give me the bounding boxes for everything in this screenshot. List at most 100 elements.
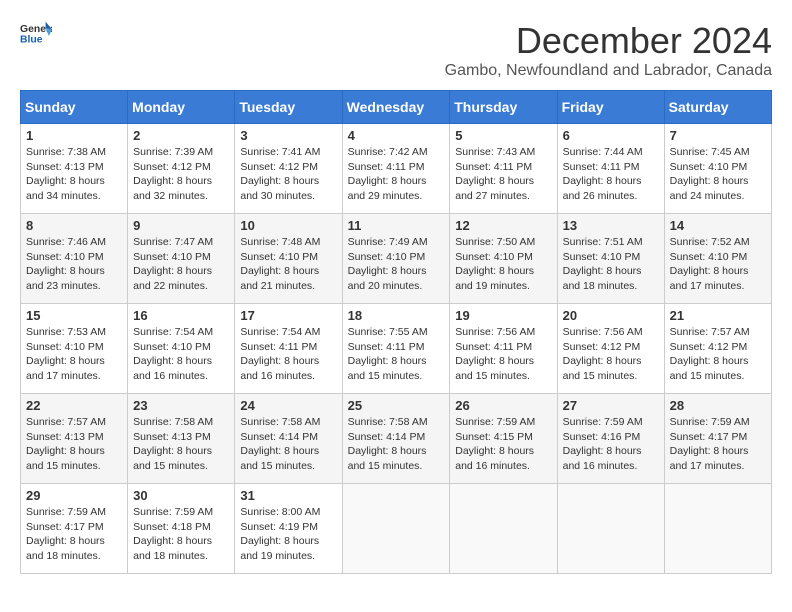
calendar-cell: 26 Sunrise: 7:59 AMSunset: 4:15 PMDayligh…	[450, 394, 557, 484]
calendar-cell: 17Sunrise: 7:54 AMSunset: 4:11 PMDayligh…	[235, 304, 342, 394]
day-info: Sunrise: 7:53 AMSunset: 4:10 PMDaylight:…	[26, 325, 122, 384]
header-day: Wednesday	[342, 91, 450, 124]
header-day: Saturday	[664, 91, 771, 124]
day-info: Sunrise: 7:48 AMSunset: 4:10 PMDaylight:…	[240, 235, 336, 294]
day-info: Sunrise: 7:43 AMSunset: 4:11 PMDaylight:…	[455, 145, 551, 204]
day-info: Sunrise: 8:00 AMSunset: 4:19 PMDaylight:…	[240, 505, 336, 564]
day-number: 21	[670, 308, 766, 323]
header-day: Sunday	[21, 91, 128, 124]
calendar-cell: 3 Sunrise: 7:41 AMSunset: 4:12 PMDaylight…	[235, 124, 342, 214]
day-number: 18	[348, 308, 445, 323]
day-number: 11	[348, 218, 445, 233]
logo-icon: General Blue	[20, 20, 52, 48]
calendar-cell: 13Sunrise: 7:51 AMSunset: 4:10 PMDayligh…	[557, 214, 664, 304]
day-info: Sunrise: 7:55 AMSunset: 4:11 PMDaylight:…	[348, 325, 445, 384]
day-number: 15	[26, 308, 122, 323]
day-info: Sunrise: 7:54 AMSunset: 4:10 PMDaylight:…	[133, 325, 229, 384]
day-number: 31	[240, 488, 336, 503]
day-info: Sunrise: 7:42 AMSunset: 4:11 PMDaylight:…	[348, 145, 445, 204]
day-info: Sunrise: 7:58 AMSunset: 4:14 PMDaylight:…	[348, 415, 445, 474]
location-title: Gambo, Newfoundland and Labrador, Canada	[445, 62, 772, 80]
calendar-cell: 6 Sunrise: 7:44 AMSunset: 4:11 PMDaylight…	[557, 124, 664, 214]
day-info: Sunrise: 7:58 AMSunset: 4:14 PMDaylight:…	[240, 415, 336, 474]
calendar-cell: 24Sunrise: 7:58 AMSunset: 4:14 PMDayligh…	[235, 394, 342, 484]
day-number: 6	[563, 128, 659, 143]
day-number: 25	[348, 398, 445, 413]
header-day: Tuesday	[235, 91, 342, 124]
day-info: Sunrise: 7:38 AMSunset: 4:13 PMDaylight:…	[26, 145, 122, 204]
day-info: Sunrise: 7:39 AMSunset: 4:12 PMDaylight:…	[133, 145, 229, 204]
calendar-cell: 18 Sunrise: 7:55 AMSunset: 4:11 PMDayligh…	[342, 304, 450, 394]
calendar-cell	[450, 484, 557, 574]
header-row: SundayMondayTuesdayWednesdayThursdayFrid…	[21, 91, 772, 124]
day-number: 14	[670, 218, 766, 233]
header: General Blue December 2024 Gambo, Newfou…	[20, 20, 772, 80]
logo: General Blue	[20, 20, 52, 48]
calendar-cell: 27 Sunrise: 7:59 AMSunset: 4:16 PMDayligh…	[557, 394, 664, 484]
day-info: Sunrise: 7:47 AMSunset: 4:10 PMDaylight:…	[133, 235, 229, 294]
calendar-cell: 1 Sunrise: 7:38 AMSunset: 4:13 PMDaylight…	[21, 124, 128, 214]
day-number: 8	[26, 218, 122, 233]
day-info: Sunrise: 7:59 AMSunset: 4:16 PMDaylight:…	[563, 415, 659, 474]
calendar-cell: 22 Sunrise: 7:57 AMSunset: 4:13 PMDayligh…	[21, 394, 128, 484]
title-section: December 2024 Gambo, Newfoundland and La…	[445, 20, 772, 80]
day-number: 23	[133, 398, 229, 413]
day-number: 27	[563, 398, 659, 413]
day-info: Sunrise: 7:58 AMSunset: 4:13 PMDaylight:…	[133, 415, 229, 474]
day-number: 10	[240, 218, 336, 233]
day-info: Sunrise: 7:57 AMSunset: 4:12 PMDaylight:…	[670, 325, 766, 384]
day-number: 20	[563, 308, 659, 323]
day-number: 19	[455, 308, 551, 323]
calendar-cell: 10 Sunrise: 7:48 AMSunset: 4:10 PMDayligh…	[235, 214, 342, 304]
calendar-cell: 19 Sunrise: 7:56 AMSunset: 4:11 PMDayligh…	[450, 304, 557, 394]
calendar-cell: 14 Sunrise: 7:52 AMSunset: 4:10 PMDayligh…	[664, 214, 771, 304]
calendar-cell: 30Sunrise: 7:59 AMSunset: 4:18 PMDayligh…	[128, 484, 235, 574]
day-info: Sunrise: 7:56 AMSunset: 4:12 PMDaylight:…	[563, 325, 659, 384]
calendar-cell	[342, 484, 450, 574]
calendar-cell: 8Sunrise: 7:46 AMSunset: 4:10 PMDaylight…	[21, 214, 128, 304]
calendar-cell: 29 Sunrise: 7:59 AMSunset: 4:17 PMDayligh…	[21, 484, 128, 574]
day-number: 26	[455, 398, 551, 413]
calendar-week-row: 8Sunrise: 7:46 AMSunset: 4:10 PMDaylight…	[21, 214, 772, 304]
calendar-cell: 31 Sunrise: 8:00 AMSunset: 4:19 PMDayligh…	[235, 484, 342, 574]
day-number: 16	[133, 308, 229, 323]
calendar-week-row: 29 Sunrise: 7:59 AMSunset: 4:17 PMDayligh…	[21, 484, 772, 574]
day-info: Sunrise: 7:54 AMSunset: 4:11 PMDaylight:…	[240, 325, 336, 384]
header-day: Monday	[128, 91, 235, 124]
calendar-cell: 2 Sunrise: 7:39 AMSunset: 4:12 PMDaylight…	[128, 124, 235, 214]
calendar-cell: 12Sunrise: 7:50 AMSunset: 4:10 PMDayligh…	[450, 214, 557, 304]
calendar-cell: 23 Sunrise: 7:58 AMSunset: 4:13 PMDayligh…	[128, 394, 235, 484]
day-number: 28	[670, 398, 766, 413]
calendar-cell: 16 Sunrise: 7:54 AMSunset: 4:10 PMDayligh…	[128, 304, 235, 394]
calendar-cell: 15 Sunrise: 7:53 AMSunset: 4:10 PMDayligh…	[21, 304, 128, 394]
day-number: 3	[240, 128, 336, 143]
day-info: Sunrise: 7:59 AMSunset: 4:17 PMDaylight:…	[670, 415, 766, 474]
day-info: Sunrise: 7:56 AMSunset: 4:11 PMDaylight:…	[455, 325, 551, 384]
day-number: 1	[26, 128, 122, 143]
calendar-cell: 28 Sunrise: 7:59 AMSunset: 4:17 PMDayligh…	[664, 394, 771, 484]
day-number: 5	[455, 128, 551, 143]
day-info: Sunrise: 7:51 AMSunset: 4:10 PMDaylight:…	[563, 235, 659, 294]
day-info: Sunrise: 7:52 AMSunset: 4:10 PMDaylight:…	[670, 235, 766, 294]
day-info: Sunrise: 7:44 AMSunset: 4:11 PMDaylight:…	[563, 145, 659, 204]
day-info: Sunrise: 7:50 AMSunset: 4:10 PMDaylight:…	[455, 235, 551, 294]
day-number: 29	[26, 488, 122, 503]
day-number: 22	[26, 398, 122, 413]
calendar-cell: 21 Sunrise: 7:57 AMSunset: 4:12 PMDayligh…	[664, 304, 771, 394]
calendar-cell: 5 Sunrise: 7:43 AMSunset: 4:11 PMDaylight…	[450, 124, 557, 214]
day-info: Sunrise: 7:45 AMSunset: 4:10 PMDaylight:…	[670, 145, 766, 204]
svg-text:Blue: Blue	[20, 34, 43, 45]
calendar-cell: 25 Sunrise: 7:58 AMSunset: 4:14 PMDayligh…	[342, 394, 450, 484]
day-info: Sunrise: 7:59 AMSunset: 4:15 PMDaylight:…	[455, 415, 551, 474]
day-number: 4	[348, 128, 445, 143]
calendar-week-row: 15 Sunrise: 7:53 AMSunset: 4:10 PMDayligh…	[21, 304, 772, 394]
day-number: 7	[670, 128, 766, 143]
day-number: 2	[133, 128, 229, 143]
day-info: Sunrise: 7:59 AMSunset: 4:17 PMDaylight:…	[26, 505, 122, 564]
day-info: Sunrise: 7:41 AMSunset: 4:12 PMDaylight:…	[240, 145, 336, 204]
day-info: Sunrise: 7:49 AMSunset: 4:10 PMDaylight:…	[348, 235, 445, 294]
month-title: December 2024	[445, 20, 772, 62]
calendar-cell: 20 Sunrise: 7:56 AMSunset: 4:12 PMDayligh…	[557, 304, 664, 394]
calendar-week-row: 22 Sunrise: 7:57 AMSunset: 4:13 PMDayligh…	[21, 394, 772, 484]
day-info: Sunrise: 7:57 AMSunset: 4:13 PMDaylight:…	[26, 415, 122, 474]
